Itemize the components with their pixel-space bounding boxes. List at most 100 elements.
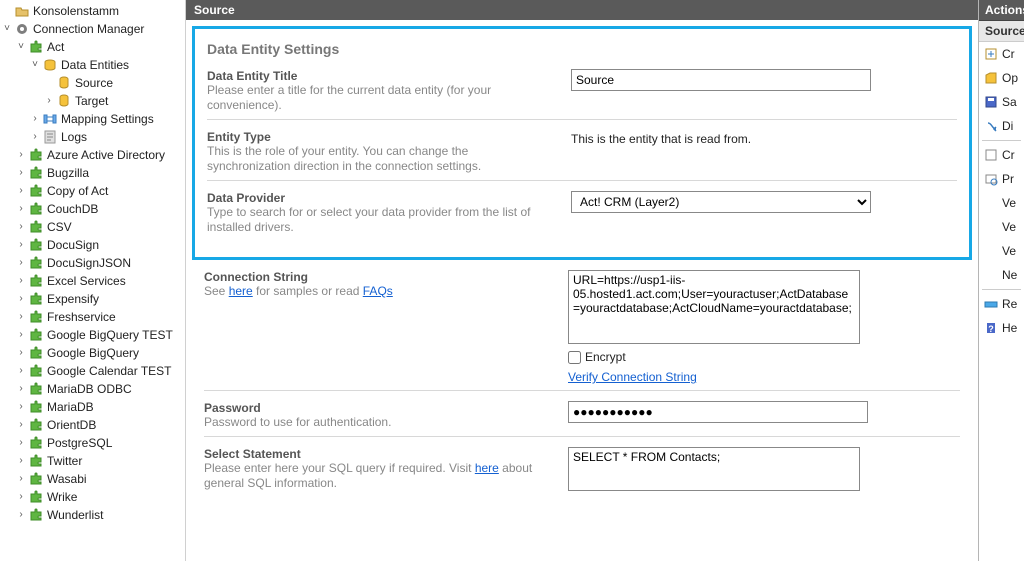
tree-node[interactable]: ›Expensify: [0, 290, 185, 308]
tree-node[interactable]: ›CSV: [0, 218, 185, 236]
tree-node-target[interactable]: › Target: [0, 92, 185, 110]
tree-label: PostgreSQL: [46, 435, 112, 451]
expand-icon[interactable]: ›: [42, 93, 56, 109]
actions-panel: Actions Source CrOpSaDiCrPrVeVeVeNeRe?He: [978, 0, 1024, 561]
expand-icon[interactable]: ›: [14, 453, 28, 469]
tree-node-data-entities[interactable]: ˅ Data Entities: [0, 56, 185, 74]
database-icon: [56, 93, 72, 109]
expand-icon[interactable]: ›: [14, 345, 28, 361]
expand-icon[interactable]: ›: [14, 435, 28, 451]
expand-icon[interactable]: ›: [14, 273, 28, 289]
password-input[interactable]: [568, 401, 868, 423]
expand-icon[interactable]: ›: [14, 399, 28, 415]
expand-icon[interactable]: ›: [14, 489, 28, 505]
tree-label: Wunderlist: [46, 507, 103, 523]
action-item[interactable]: Cr: [979, 42, 1024, 66]
verify-connection-link[interactable]: Verify Connection String: [568, 370, 697, 384]
data-entity-title-input[interactable]: [571, 69, 871, 91]
data-provider-select[interactable]: Act! CRM (Layer2): [571, 191, 871, 213]
expand-icon[interactable]: ›: [14, 363, 28, 379]
sql-info-link[interactable]: here: [475, 461, 499, 475]
expand-icon[interactable]: ›: [14, 309, 28, 325]
action-item[interactable]: Op: [979, 66, 1024, 90]
expand-icon[interactable]: ›: [14, 255, 28, 271]
expand-icon[interactable]: ›: [14, 291, 28, 307]
tree-node[interactable]: ›Wasabi: [0, 470, 185, 488]
tree-node[interactable]: ›DocuSign: [0, 236, 185, 254]
expand-icon[interactable]: ›: [28, 111, 42, 127]
action-item[interactable]: Pr: [979, 167, 1024, 191]
collapse-icon[interactable]: ˅: [28, 57, 42, 73]
expand-icon[interactable]: ›: [14, 381, 28, 397]
samples-link[interactable]: here: [229, 284, 253, 298]
encrypt-checkbox[interactable]: [568, 351, 581, 364]
expand-icon[interactable]: ›: [14, 147, 28, 163]
tree-node[interactable]: ›CouchDB: [0, 200, 185, 218]
action-icon: [983, 195, 999, 211]
field-description: Please enter a title for the current dat…: [207, 83, 547, 113]
connection-string-input[interactable]: [568, 270, 860, 344]
select-statement-input[interactable]: [568, 447, 860, 491]
tree-node[interactable]: ›MariaDB ODBC: [0, 380, 185, 398]
tree-node[interactable]: ›Twitter: [0, 452, 185, 470]
expand-icon[interactable]: ›: [14, 507, 28, 523]
action-icon: [983, 118, 999, 134]
action-item[interactable]: Cr: [979, 143, 1024, 167]
expand-icon[interactable]: ›: [28, 129, 42, 145]
expand-icon[interactable]: ›: [14, 327, 28, 343]
expand-icon[interactable]: ›: [14, 237, 28, 253]
tree-node-mapping[interactable]: › Mapping Settings: [0, 110, 185, 128]
field-label: Data Entity Title: [207, 69, 547, 83]
expand-icon[interactable]: ›: [14, 165, 28, 181]
puzzle-icon: [28, 453, 44, 469]
panel-title: Source: [186, 0, 978, 20]
tree-node[interactable]: ›DocuSignJSON: [0, 254, 185, 272]
tree-node[interactable]: ›MariaDB: [0, 398, 185, 416]
tree-node[interactable]: ›Google BigQuery: [0, 344, 185, 362]
expand-icon[interactable]: ›: [14, 219, 28, 235]
tree-node[interactable]: ›OrientDB: [0, 416, 185, 434]
actions-title: Actions: [979, 0, 1024, 21]
expand-icon[interactable]: ›: [14, 201, 28, 217]
tree-label: Google Calendar TEST: [46, 363, 172, 379]
tree-node[interactable]: ›Bugzilla: [0, 164, 185, 182]
database-icon: [42, 57, 58, 73]
svg-text:?: ?: [988, 324, 994, 334]
collapse-icon[interactable]: ˅: [0, 21, 14, 37]
action-item[interactable]: Ve: [979, 215, 1024, 239]
tree-node-act[interactable]: ˅ Act: [0, 38, 185, 56]
tree-node[interactable]: › PostgreSQL: [0, 434, 185, 452]
tree-node[interactable]: › Google Calendar TEST: [0, 362, 185, 380]
tree-node[interactable]: ›Google BigQuery TEST: [0, 326, 185, 344]
encrypt-checkbox-row[interactable]: Encrypt: [568, 350, 626, 364]
panel-title-text: Source: [194, 3, 235, 17]
action-item[interactable]: Ve: [979, 239, 1024, 263]
collapse-icon[interactable]: ˅: [14, 39, 28, 55]
action-item[interactable]: Di: [979, 114, 1024, 138]
tree-node-root[interactable]: Konsolenstamm: [0, 2, 185, 20]
tree-node[interactable]: ›Freshservice: [0, 308, 185, 326]
tree-node-logs[interactable]: › Logs: [0, 128, 185, 146]
tree-node-connection-manager[interactable]: ˅ Connection Manager: [0, 20, 185, 38]
expand-icon[interactable]: ›: [14, 471, 28, 487]
field-description: Type to search for or select your data p…: [207, 205, 547, 235]
puzzle-icon: [28, 255, 44, 271]
faqs-link[interactable]: FAQs: [363, 284, 393, 298]
tree-node[interactable]: › Azure Active Directory: [0, 146, 185, 164]
navigation-tree: Konsolenstamm ˅ Connection Manager ˅ Act…: [0, 0, 186, 561]
action-label: Cr: [1002, 47, 1015, 61]
action-item[interactable]: Sa: [979, 90, 1024, 114]
tree-label: Konsolenstamm: [32, 3, 119, 19]
action-item[interactable]: Re: [979, 292, 1024, 316]
tree-node[interactable]: ›Copy of Act: [0, 182, 185, 200]
tree-node[interactable]: › Wunderlist: [0, 506, 185, 524]
expand-icon[interactable]: ›: [14, 183, 28, 199]
action-item[interactable]: Ve: [979, 191, 1024, 215]
action-item[interactable]: Ne: [979, 263, 1024, 287]
action-item[interactable]: ?He: [979, 316, 1024, 340]
tree-node-source[interactable]: Source: [0, 74, 185, 92]
expand-icon[interactable]: ›: [14, 417, 28, 433]
tree-label: Azure Active Directory: [46, 147, 165, 163]
tree-node[interactable]: ›Excel Services: [0, 272, 185, 290]
tree-node[interactable]: ›Wrike: [0, 488, 185, 506]
